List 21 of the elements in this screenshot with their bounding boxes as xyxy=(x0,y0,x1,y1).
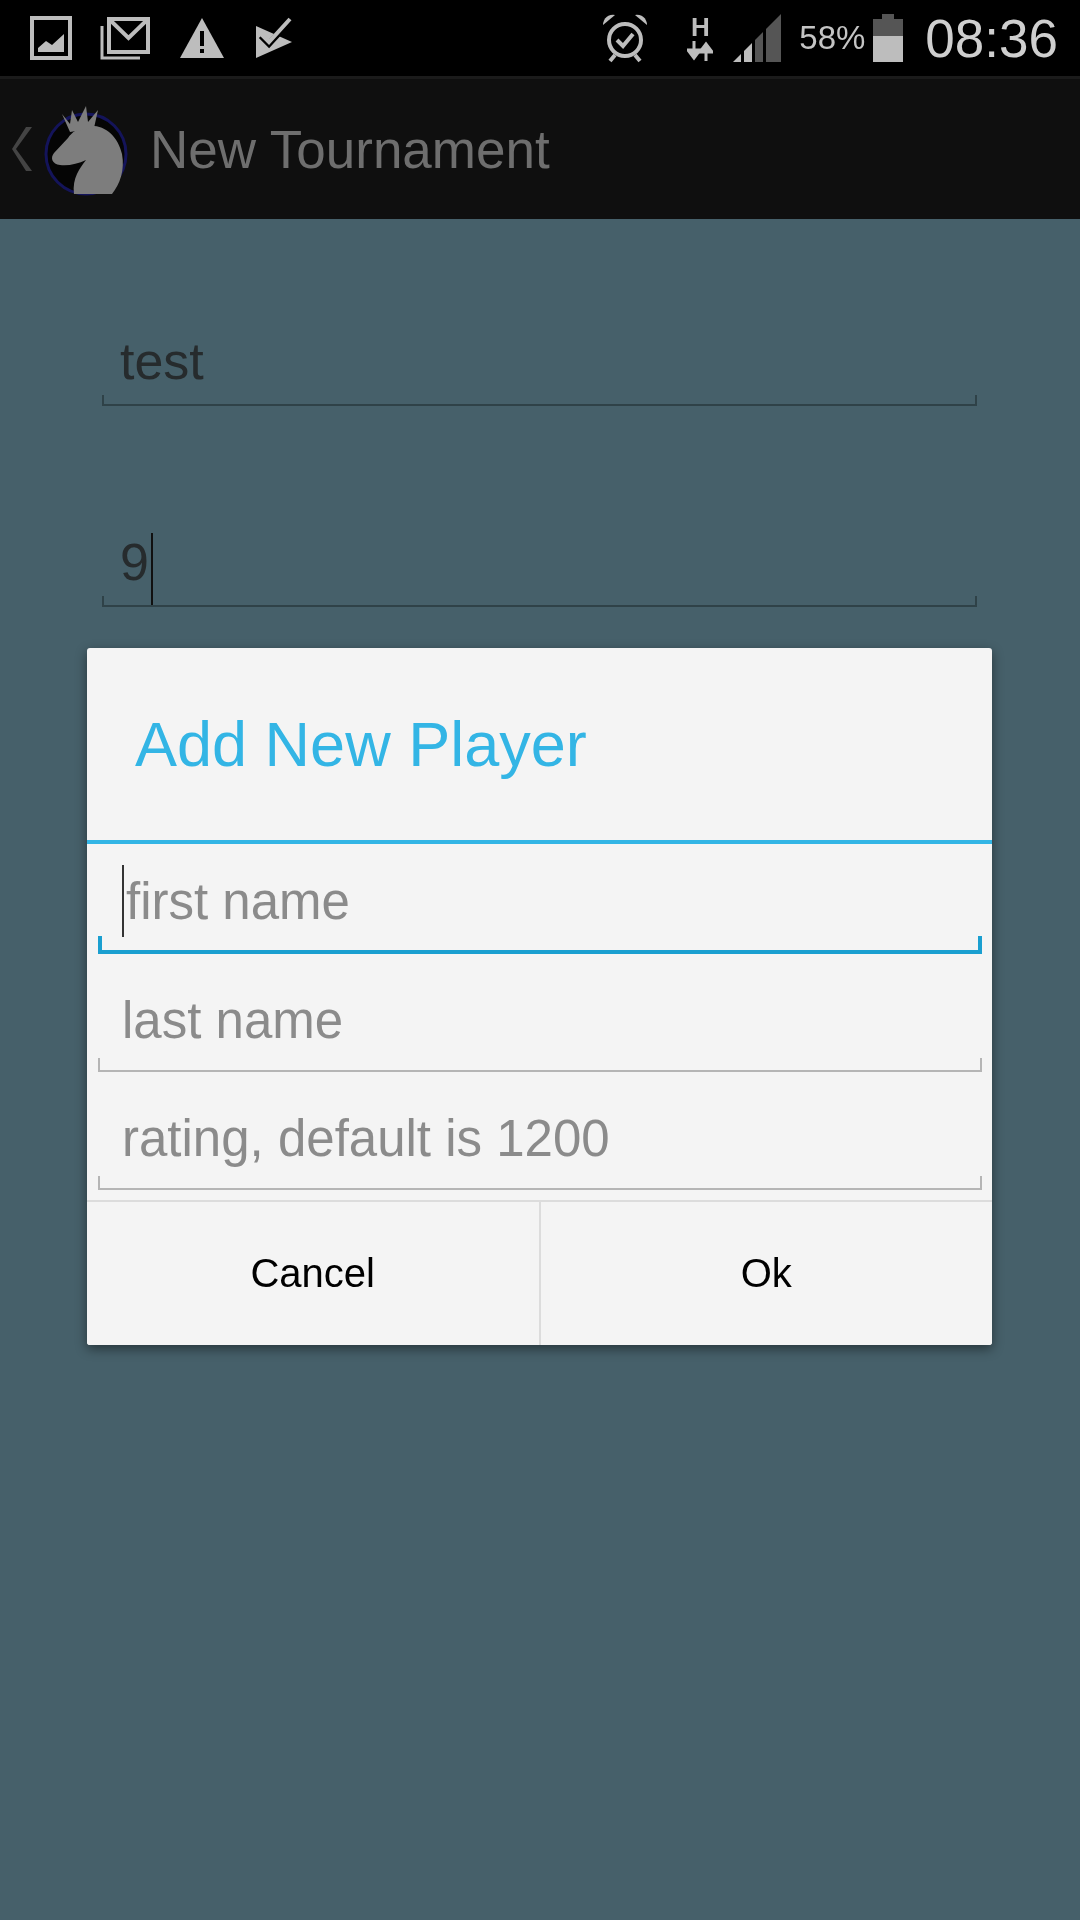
ok-button[interactable]: Ok xyxy=(538,1202,992,1345)
alarm-clock-icon xyxy=(601,13,650,63)
network-type: H xyxy=(690,15,710,39)
clock-time: 08:36 xyxy=(925,11,1058,65)
data-arrows-icon xyxy=(687,41,714,61)
cancel-button[interactable]: Cancel xyxy=(87,1202,539,1345)
input-field[interactable]: rating, default is 1200 xyxy=(98,1080,982,1190)
warning-icon xyxy=(178,16,226,60)
input-field[interactable]: first name xyxy=(98,844,982,954)
text-cursor xyxy=(122,865,124,937)
input-field[interactable]: last name xyxy=(98,962,982,1072)
input-field[interactable]: test xyxy=(102,328,977,406)
dialog-title: Add New Player xyxy=(135,708,587,780)
mail-icon xyxy=(100,16,150,60)
image-icon xyxy=(30,16,72,60)
check-icon xyxy=(254,16,294,60)
input-field[interactable]: 9 xyxy=(102,529,977,607)
screen-title: New Tournament xyxy=(150,118,550,180)
battery-icon xyxy=(873,14,904,62)
signal-icon xyxy=(733,14,782,62)
battery-percent: 58% xyxy=(799,19,866,57)
